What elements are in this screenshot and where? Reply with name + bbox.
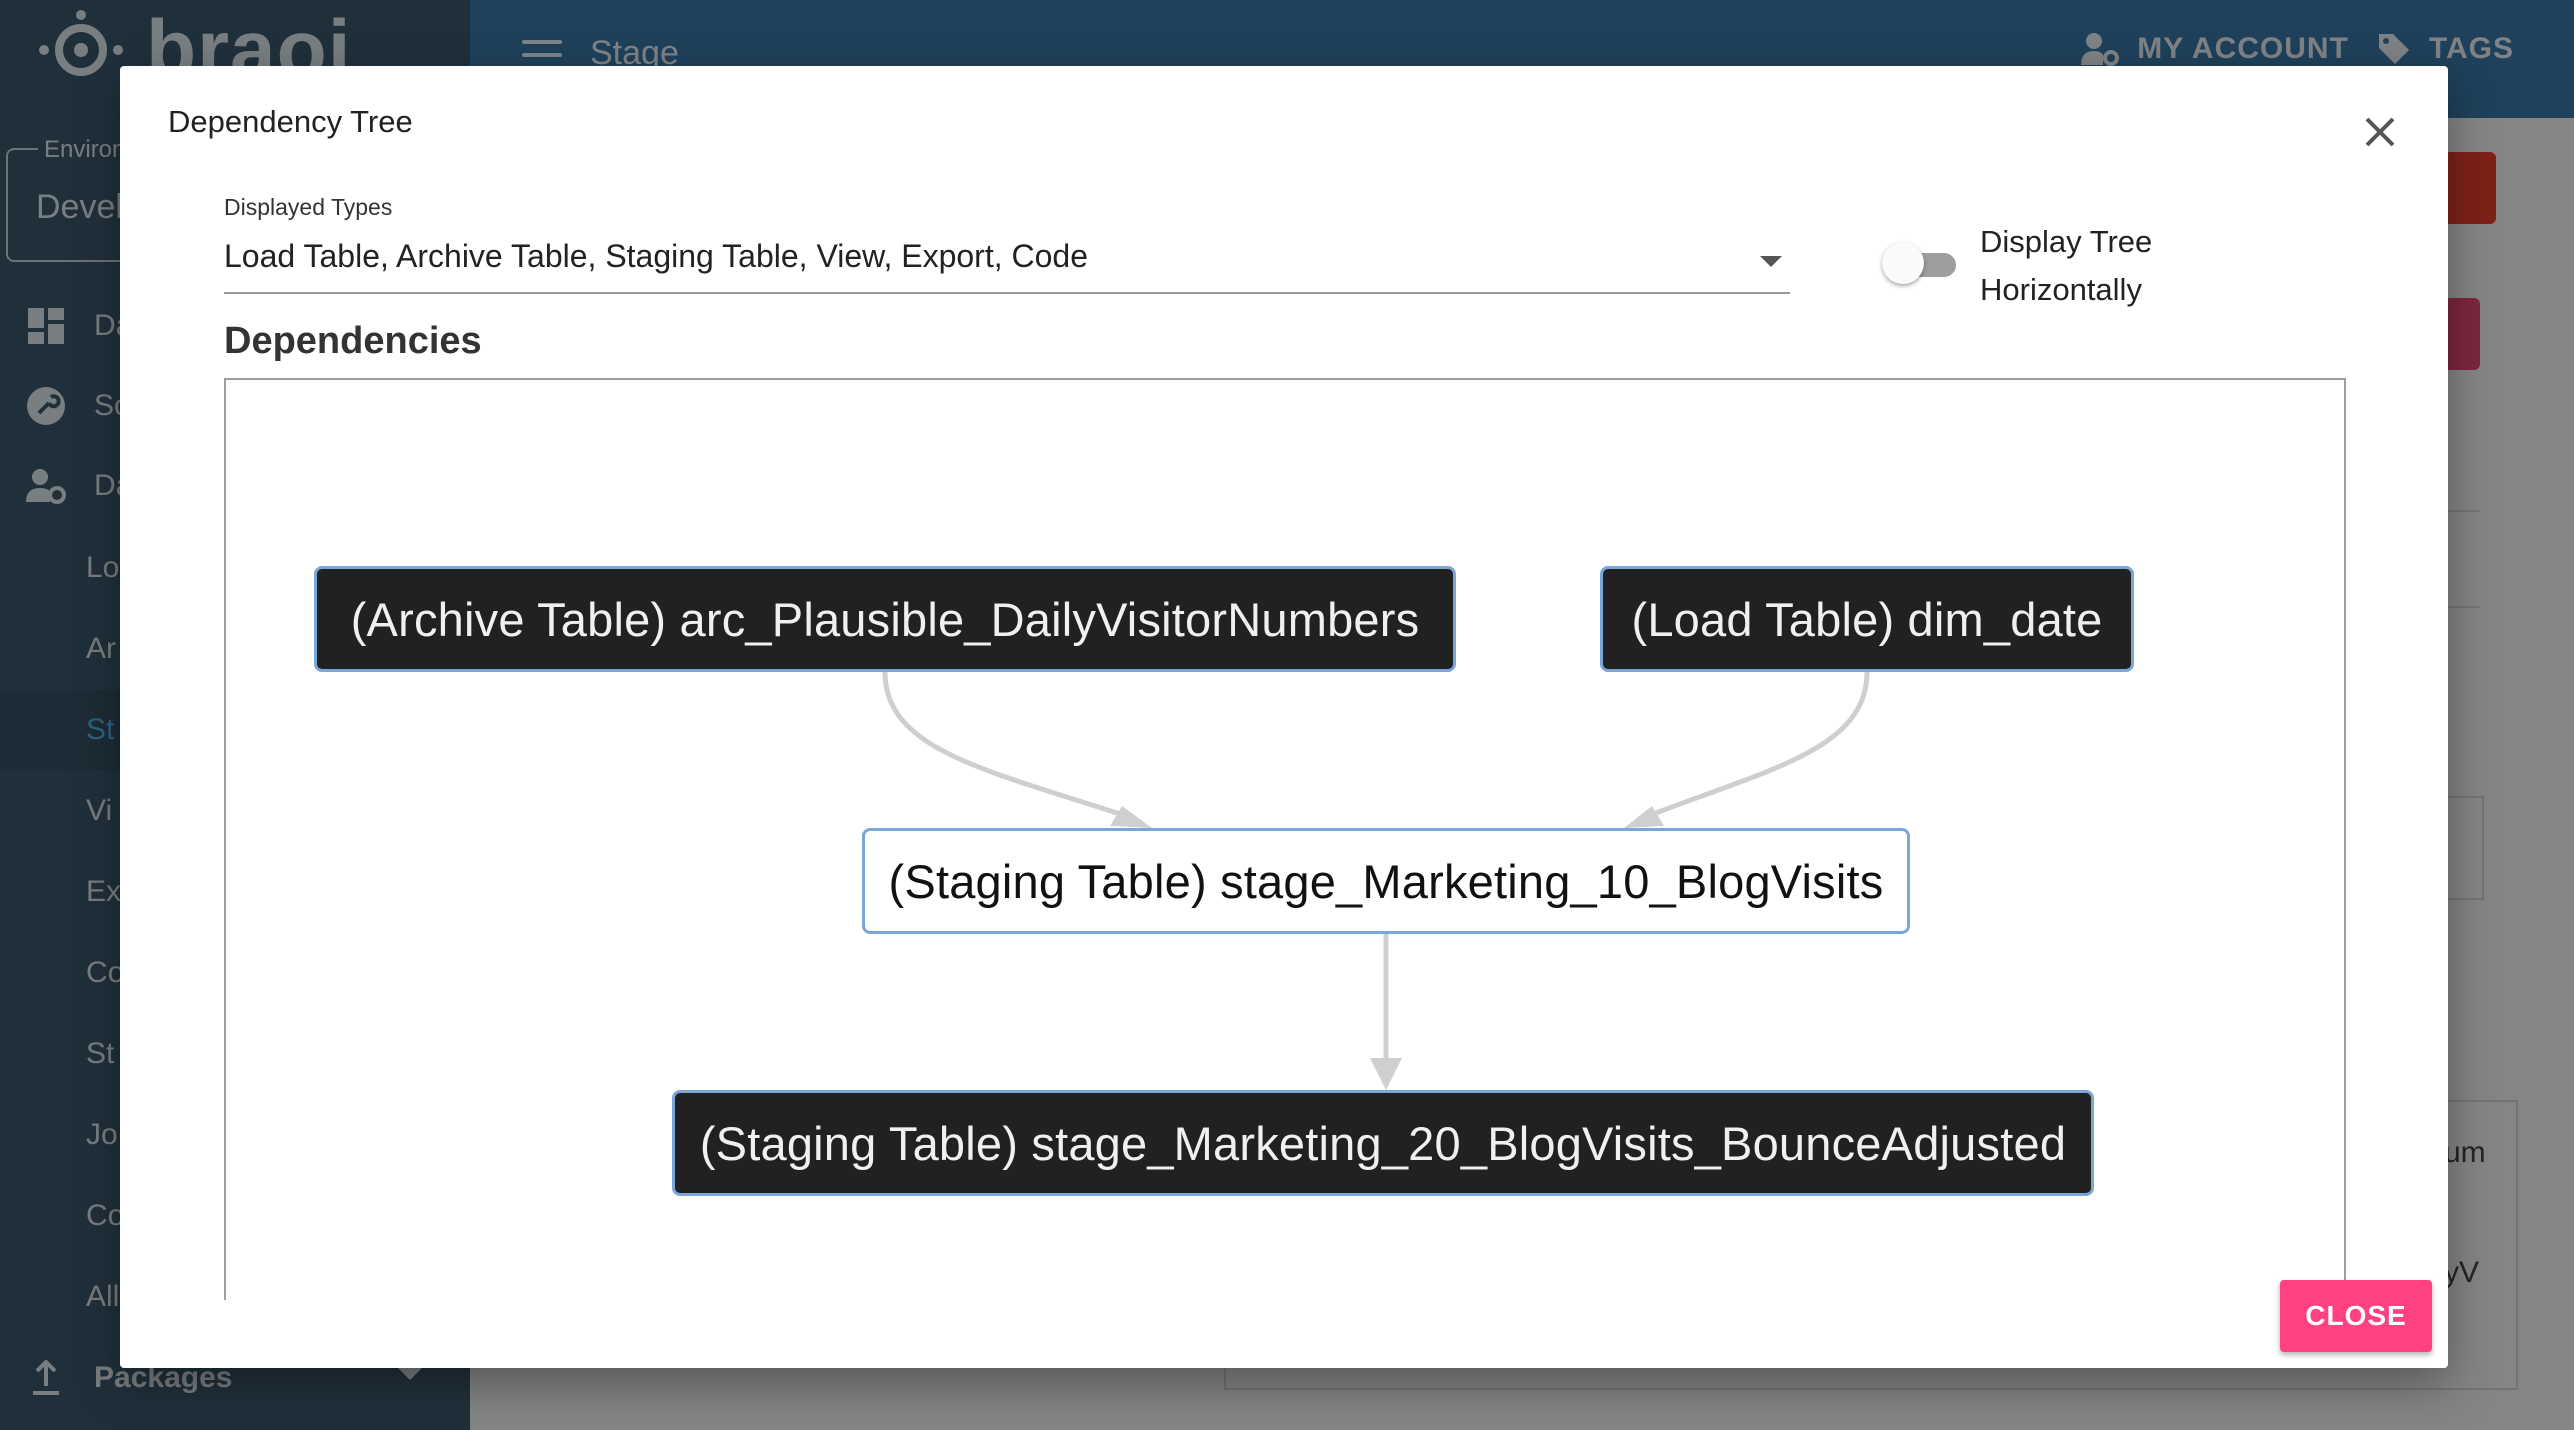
displayed-types-select[interactable]: Load Table, Archive Table, Staging Table… (224, 232, 1790, 294)
tree-node-staging-table-current[interactable]: (Staging Table) stage_Marketing_10_BlogV… (862, 828, 1910, 934)
dependency-tree-dialog: Dependency Tree Displayed Types Load Tab… (120, 66, 2448, 1368)
edge-arrowhead (1110, 806, 1152, 828)
close-icon[interactable] (2354, 106, 2406, 158)
edge-arrowhead (1624, 806, 1664, 828)
chevron-down-icon (1760, 256, 1782, 267)
dialog-title: Dependency Tree (168, 104, 413, 139)
display-horizontal-toggle[interactable] (1882, 242, 1960, 284)
edge-loadtable-to-stage10 (1647, 671, 1870, 819)
close-button[interactable]: CLOSE (2280, 1280, 2432, 1352)
display-horizontal-label: Display Tree Horizontally (1980, 224, 2153, 307)
displayed-types-label: Displayed Types (224, 194, 393, 220)
toggle-thumb (1882, 242, 1924, 284)
dependency-tree-panel: (Archive Table) arc_Plausible_DailyVisit… (224, 378, 2346, 1300)
tree-node-load-table[interactable]: (Load Table) dim_date (1600, 566, 2134, 672)
tree-node-archive-table[interactable]: (Archive Table) arc_Plausible_DailyVisit… (314, 566, 1456, 672)
edge-archive-to-stage10 (882, 671, 1127, 819)
displayed-types-value: Load Table, Archive Table, Staging Table… (224, 238, 1088, 274)
tree-node-staging-table-dependent[interactable]: (Staging Table) stage_Marketing_20_BlogV… (672, 1090, 2094, 1196)
edge-arrowhead (1370, 1058, 1402, 1090)
dependencies-heading: Dependencies (224, 320, 482, 362)
